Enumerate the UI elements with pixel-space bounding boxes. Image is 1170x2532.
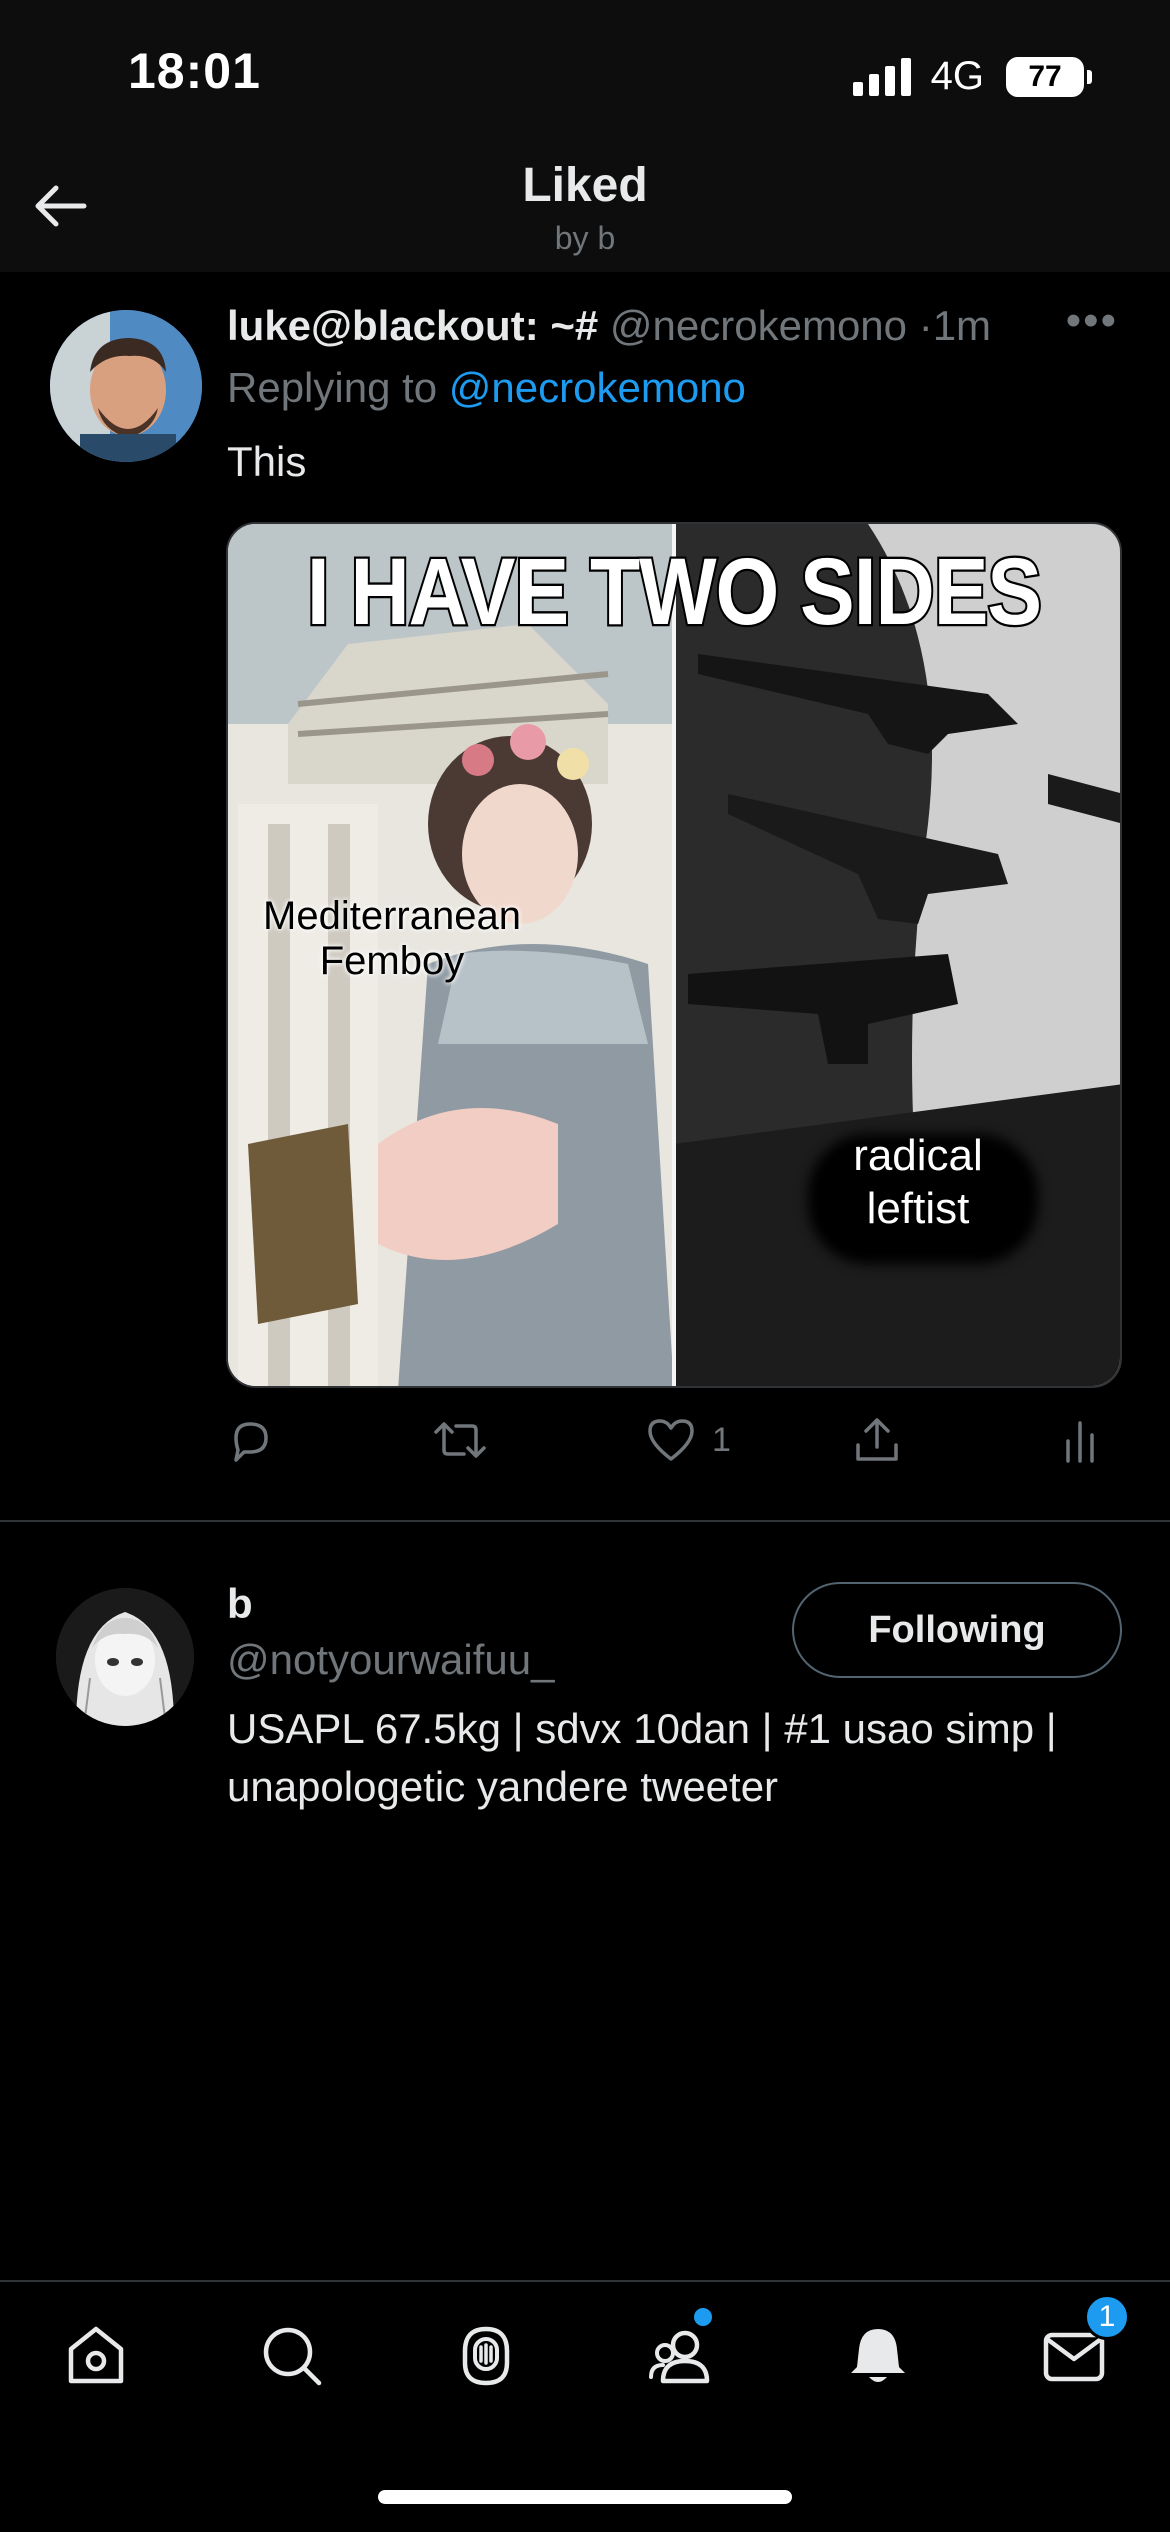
avatar-image [50, 310, 202, 462]
author-name[interactable]: luke@blackout: ~# [227, 302, 598, 349]
user-name: b [227, 1580, 253, 1627]
retweet-icon [434, 1422, 486, 1458]
analytics-button[interactable] [1060, 1410, 1100, 1470]
reply-icon [234, 1422, 268, 1462]
meme-left-label: Mediterranean Femboy [263, 894, 521, 983]
communities-dot [694, 2308, 712, 2326]
tweet-time: 1m [932, 302, 992, 349]
avatar[interactable] [56, 1588, 194, 1726]
meta-separator: · [918, 302, 933, 349]
heart-icon [648, 1419, 694, 1461]
cellular-signal-icon [852, 57, 911, 96]
share-icon [856, 1418, 898, 1461]
replying-to: Replying to @necrokemono [227, 364, 746, 412]
home-icon [68, 2326, 124, 2384]
communities-icon [649, 2330, 710, 2384]
meme-right-label: radical leftist [853, 1131, 983, 1233]
reply-button[interactable] [226, 1410, 274, 1470]
spaces-icon [462, 2326, 510, 2386]
following-button[interactable]: Following [792, 1582, 1122, 1678]
tweet-actions: 1 [226, 1410, 1122, 1470]
tab-communities[interactable] [642, 2308, 722, 2396]
status-indicators: 4G 77 [852, 54, 1092, 99]
home-indicator[interactable] [378, 2490, 792, 2504]
messages-badge: 1 [1084, 2294, 1130, 2340]
more-options-icon[interactable]: ••• [1066, 296, 1118, 346]
battery-level: 77 [1006, 56, 1084, 97]
page-header: Liked by b [0, 140, 1170, 272]
replying-prefix: Replying to [227, 364, 438, 411]
user-handle: @notyourwaifuu_ [227, 1636, 555, 1683]
tab-home[interactable] [56, 2316, 136, 2396]
tab-messages[interactable]: 1 [1034, 2294, 1130, 2396]
tweet-text: This [227, 438, 307, 485]
like-count: 1 [712, 1420, 731, 1459]
page-title: Liked [522, 159, 648, 212]
avatar[interactable] [50, 310, 202, 462]
like-button[interactable]: 1 [646, 1410, 731, 1470]
page-subtitle: by b [554, 220, 616, 256]
tab-notifications[interactable] [838, 2316, 918, 2396]
tab-search[interactable] [252, 2316, 332, 2396]
search-icon [263, 2327, 322, 2386]
tab-spaces[interactable] [446, 2316, 526, 2396]
retweet-button[interactable] [432, 1410, 488, 1470]
tweet-media[interactable]: I HAVE TWO SIDES Mediterranean Femboy ra… [226, 522, 1122, 1388]
status-time: 18:01 [128, 43, 261, 99]
author-handle[interactable]: @necrokemono [610, 302, 907, 349]
tweet[interactable]: luke@blackout: ~# @necrokemono ·1m ••• R… [0, 272, 1170, 1522]
tweet-author-line: luke@blackout: ~# @necrokemono ·1m [227, 302, 991, 350]
user-cell[interactable]: b @notyourwaifuu_ Following USAPL 67.5kg… [0, 1524, 1170, 1824]
share-button[interactable] [852, 1410, 902, 1470]
user-bio: USAPL 67.5kg | sdvx 10dan | #1 usao simp… [227, 1705, 1057, 1810]
status-bar: 18:01 4G 77 [0, 0, 1170, 140]
replying-mention[interactable]: @necrokemono [449, 364, 746, 411]
battery-icon: 77 [1006, 56, 1092, 97]
avatar-image [56, 1588, 194, 1726]
analytics-icon [1066, 1421, 1094, 1463]
bell-icon [851, 2329, 905, 2382]
meme-title: I HAVE TWO SIDES [305, 538, 1044, 647]
network-type: 4G [930, 54, 984, 98]
